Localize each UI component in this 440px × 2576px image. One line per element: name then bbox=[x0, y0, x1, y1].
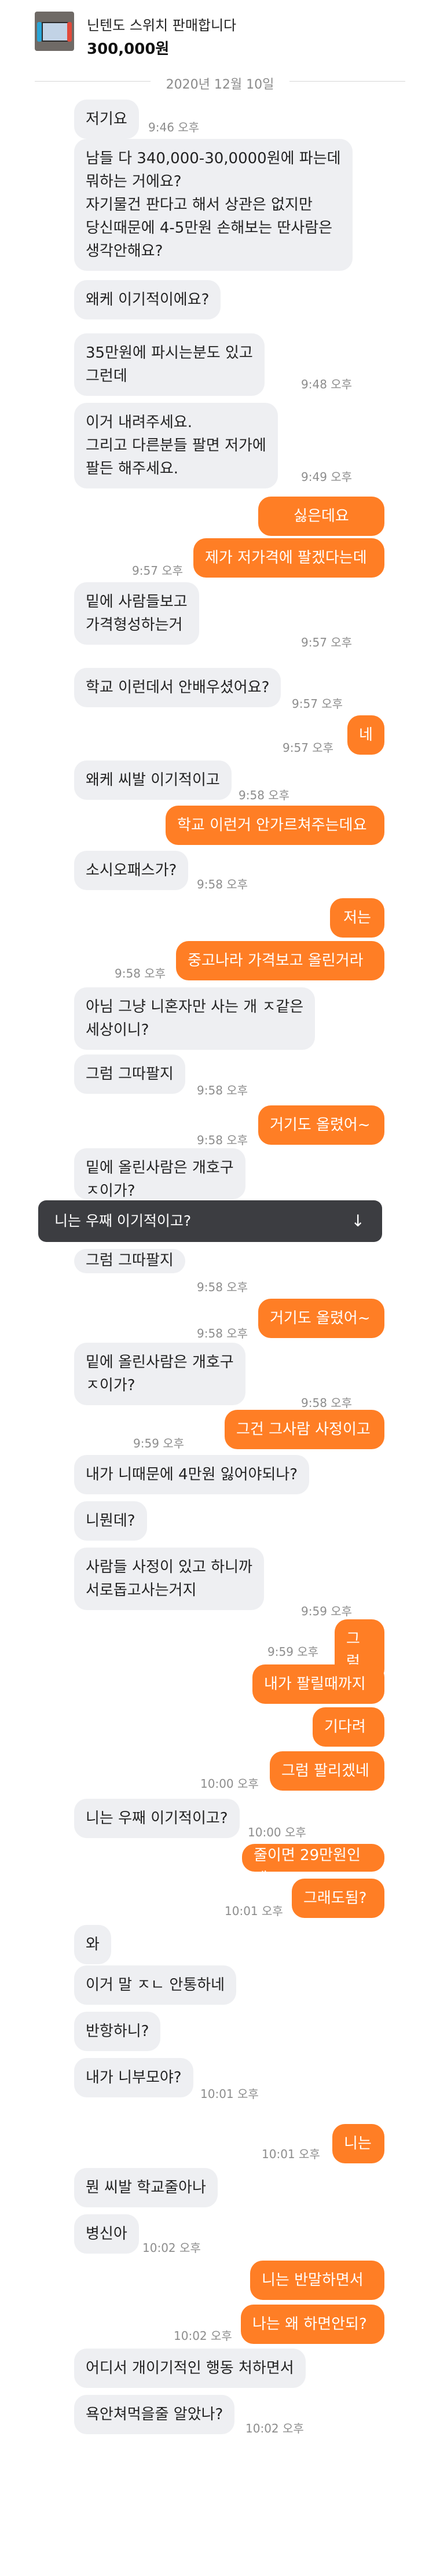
incoming-message: 왜케 이기적이에요? bbox=[74, 280, 221, 319]
new-message-toast[interactable]: 니는 우째 이기적이고? ↓ bbox=[38, 1200, 382, 1242]
outgoing-message: 그럼 팔리겠네 bbox=[270, 1751, 384, 1791]
outgoing-message: 줄이면 29만원인데 bbox=[242, 1844, 384, 1872]
incoming-message: 어디서 개이기적인 행동 처하면서 bbox=[74, 2349, 306, 2388]
message-time: 10:01 오후 bbox=[200, 2087, 259, 2101]
message-time: 10:02 오후 bbox=[142, 2241, 201, 2255]
incoming-message: 학교 이런데서 안배우셨어요? bbox=[74, 668, 281, 707]
product-price: 300,000원 bbox=[87, 41, 170, 58]
message-time: 9:58 오후 bbox=[197, 1326, 248, 1340]
message-time: 9:58 오후 bbox=[197, 877, 248, 891]
outgoing-message: 제가 저가격에 팔겠다는데 bbox=[193, 538, 384, 578]
incoming-message: 남들 다 340,000-30,0000원에 파는데 뭐하는 거에요? 자기물건… bbox=[74, 139, 353, 271]
outgoing-message: 거기도 올렸어~ bbox=[258, 1299, 384, 1338]
date-divider-label: 2020년 12월 10일 bbox=[166, 78, 274, 92]
message-time: 9:57 오후 bbox=[301, 635, 353, 649]
outgoing-message: 내가 팔릴때까지 bbox=[252, 1664, 384, 1704]
incoming-message: 아님 그냥 니혼자만 사는 개 ㅈ같은 세상이니? bbox=[74, 987, 316, 1050]
incoming-message: 내가 니때문에 4만원 잃어야되나? bbox=[74, 1455, 310, 1494]
incoming-message: 그럼 그따팔지 bbox=[74, 1249, 185, 1273]
message-time: 9:59 오후 bbox=[267, 1645, 319, 1659]
incoming-message: 니뭔데? bbox=[74, 1501, 147, 1541]
message-time: 10:00 오후 bbox=[200, 1777, 259, 1791]
date-divider: 2020년 12월 10일 bbox=[35, 74, 405, 92]
outgoing-message: 학교 이런거 안가르쳐주는데요 bbox=[166, 806, 384, 845]
incoming-message: 왜케 씨발 이기적이고 bbox=[74, 760, 232, 800]
incoming-message: 사람들 사정이 있고 하니까 서로돕고사는거지 bbox=[74, 1548, 264, 1610]
outgoing-message: 거기도 올렸어~ bbox=[258, 1105, 384, 1145]
message-time: 9:49 오후 bbox=[301, 470, 353, 484]
message-time: 9:46 오후 bbox=[148, 120, 200, 134]
incoming-message: 밑에 올린사람은 개호구 ㅈ이가? bbox=[74, 1148, 245, 1199]
outgoing-message: 니는 bbox=[332, 2124, 384, 2163]
incoming-message: 내가 니부모야? bbox=[74, 2058, 193, 2097]
message-time: 9:57 오후 bbox=[283, 741, 334, 755]
incoming-message: 이거 말 ㅈㄴ 안통하네 bbox=[74, 1965, 237, 2005]
message-time: 9:59 오후 bbox=[301, 1604, 353, 1618]
incoming-message: 뭔 씨발 학교줄아나 bbox=[74, 2168, 218, 2207]
product-title[interactable]: 닌텐도 스위치 판매합니다 bbox=[87, 14, 236, 34]
product-thumbnail[interactable] bbox=[35, 12, 74, 51]
outgoing-message: 그건 그사람 사정이고 bbox=[225, 1410, 384, 1449]
message-time: 10:01 오후 bbox=[225, 1904, 283, 1918]
message-time: 9:58 오후 bbox=[197, 1133, 248, 1147]
message-time: 9:58 오후 bbox=[197, 1280, 248, 1294]
divider-line bbox=[289, 81, 405, 82]
scroll-down-icon[interactable]: ↓ bbox=[351, 1200, 365, 1242]
incoming-message: 밑에 올린사람은 개호구 ㅈ이가? bbox=[74, 1343, 245, 1405]
incoming-message: 이거 내려주세요. 그리고 다른분들 팔면 저가에 팔든 해주세요. bbox=[74, 403, 278, 488]
outgoing-message: 나는 왜 하면안되? bbox=[241, 2305, 384, 2344]
message-time: 9:58 오후 bbox=[115, 967, 166, 980]
incoming-message: 그럼 그따팔지 bbox=[74, 1054, 185, 1094]
console-screen-shape bbox=[42, 22, 69, 42]
joycon-left-shape bbox=[37, 22, 42, 42]
message-time: 10:02 오후 bbox=[174, 2329, 232, 2343]
message-time: 9:58 오후 bbox=[197, 1083, 248, 1097]
outgoing-message: 네 bbox=[347, 715, 384, 755]
joycon-right-shape bbox=[67, 22, 72, 42]
toast-text: 니는 우째 이기적이고? bbox=[54, 1212, 192, 1229]
message-time: 10:00 오후 bbox=[248, 1825, 306, 1839]
outgoing-message: 저는 bbox=[330, 898, 384, 938]
outgoing-message: 기다려 bbox=[313, 1707, 384, 1747]
incoming-message: 반항하니? bbox=[74, 2012, 161, 2051]
message-time: 9:58 오후 bbox=[301, 1396, 353, 1410]
incoming-message: 와 bbox=[74, 1925, 111, 1964]
incoming-message: 소시오패스가? bbox=[74, 851, 189, 890]
message-time: 9:48 오후 bbox=[301, 377, 353, 391]
incoming-message: 니는 우째 이기적이고? bbox=[74, 1799, 240, 1838]
outgoing-message: 그래도됨? bbox=[292, 1879, 384, 1918]
incoming-message: 저기요 bbox=[74, 100, 139, 139]
message-time: 9:59 오후 bbox=[133, 1436, 185, 1450]
incoming-message: 밑에 사람들보고 가격형성하는거 bbox=[74, 582, 199, 645]
incoming-message: 병신아 bbox=[74, 2214, 139, 2254]
chat-header: 닌텐도 스위치 판매합니다 300,000원 bbox=[0, 0, 440, 63]
message-time: 9:57 오후 bbox=[292, 697, 343, 711]
outgoing-message: 니는 반말하면서 bbox=[250, 2261, 384, 2300]
outgoing-message: 싫은데요 bbox=[258, 497, 384, 536]
incoming-message: 욕안쳐먹을줄 알았나? bbox=[74, 2395, 235, 2434]
message-time: 10:02 오후 bbox=[245, 2421, 304, 2435]
message-time: 10:01 오후 bbox=[262, 2147, 320, 2161]
incoming-message: 35만원에 파시는분도 있고 그런데 bbox=[74, 333, 265, 396]
message-time: 9:58 오후 bbox=[239, 788, 290, 802]
message-time: 9:57 오후 bbox=[132, 564, 184, 578]
outgoing-message: 중고나라 가격보고 올린거라 bbox=[176, 941, 384, 980]
